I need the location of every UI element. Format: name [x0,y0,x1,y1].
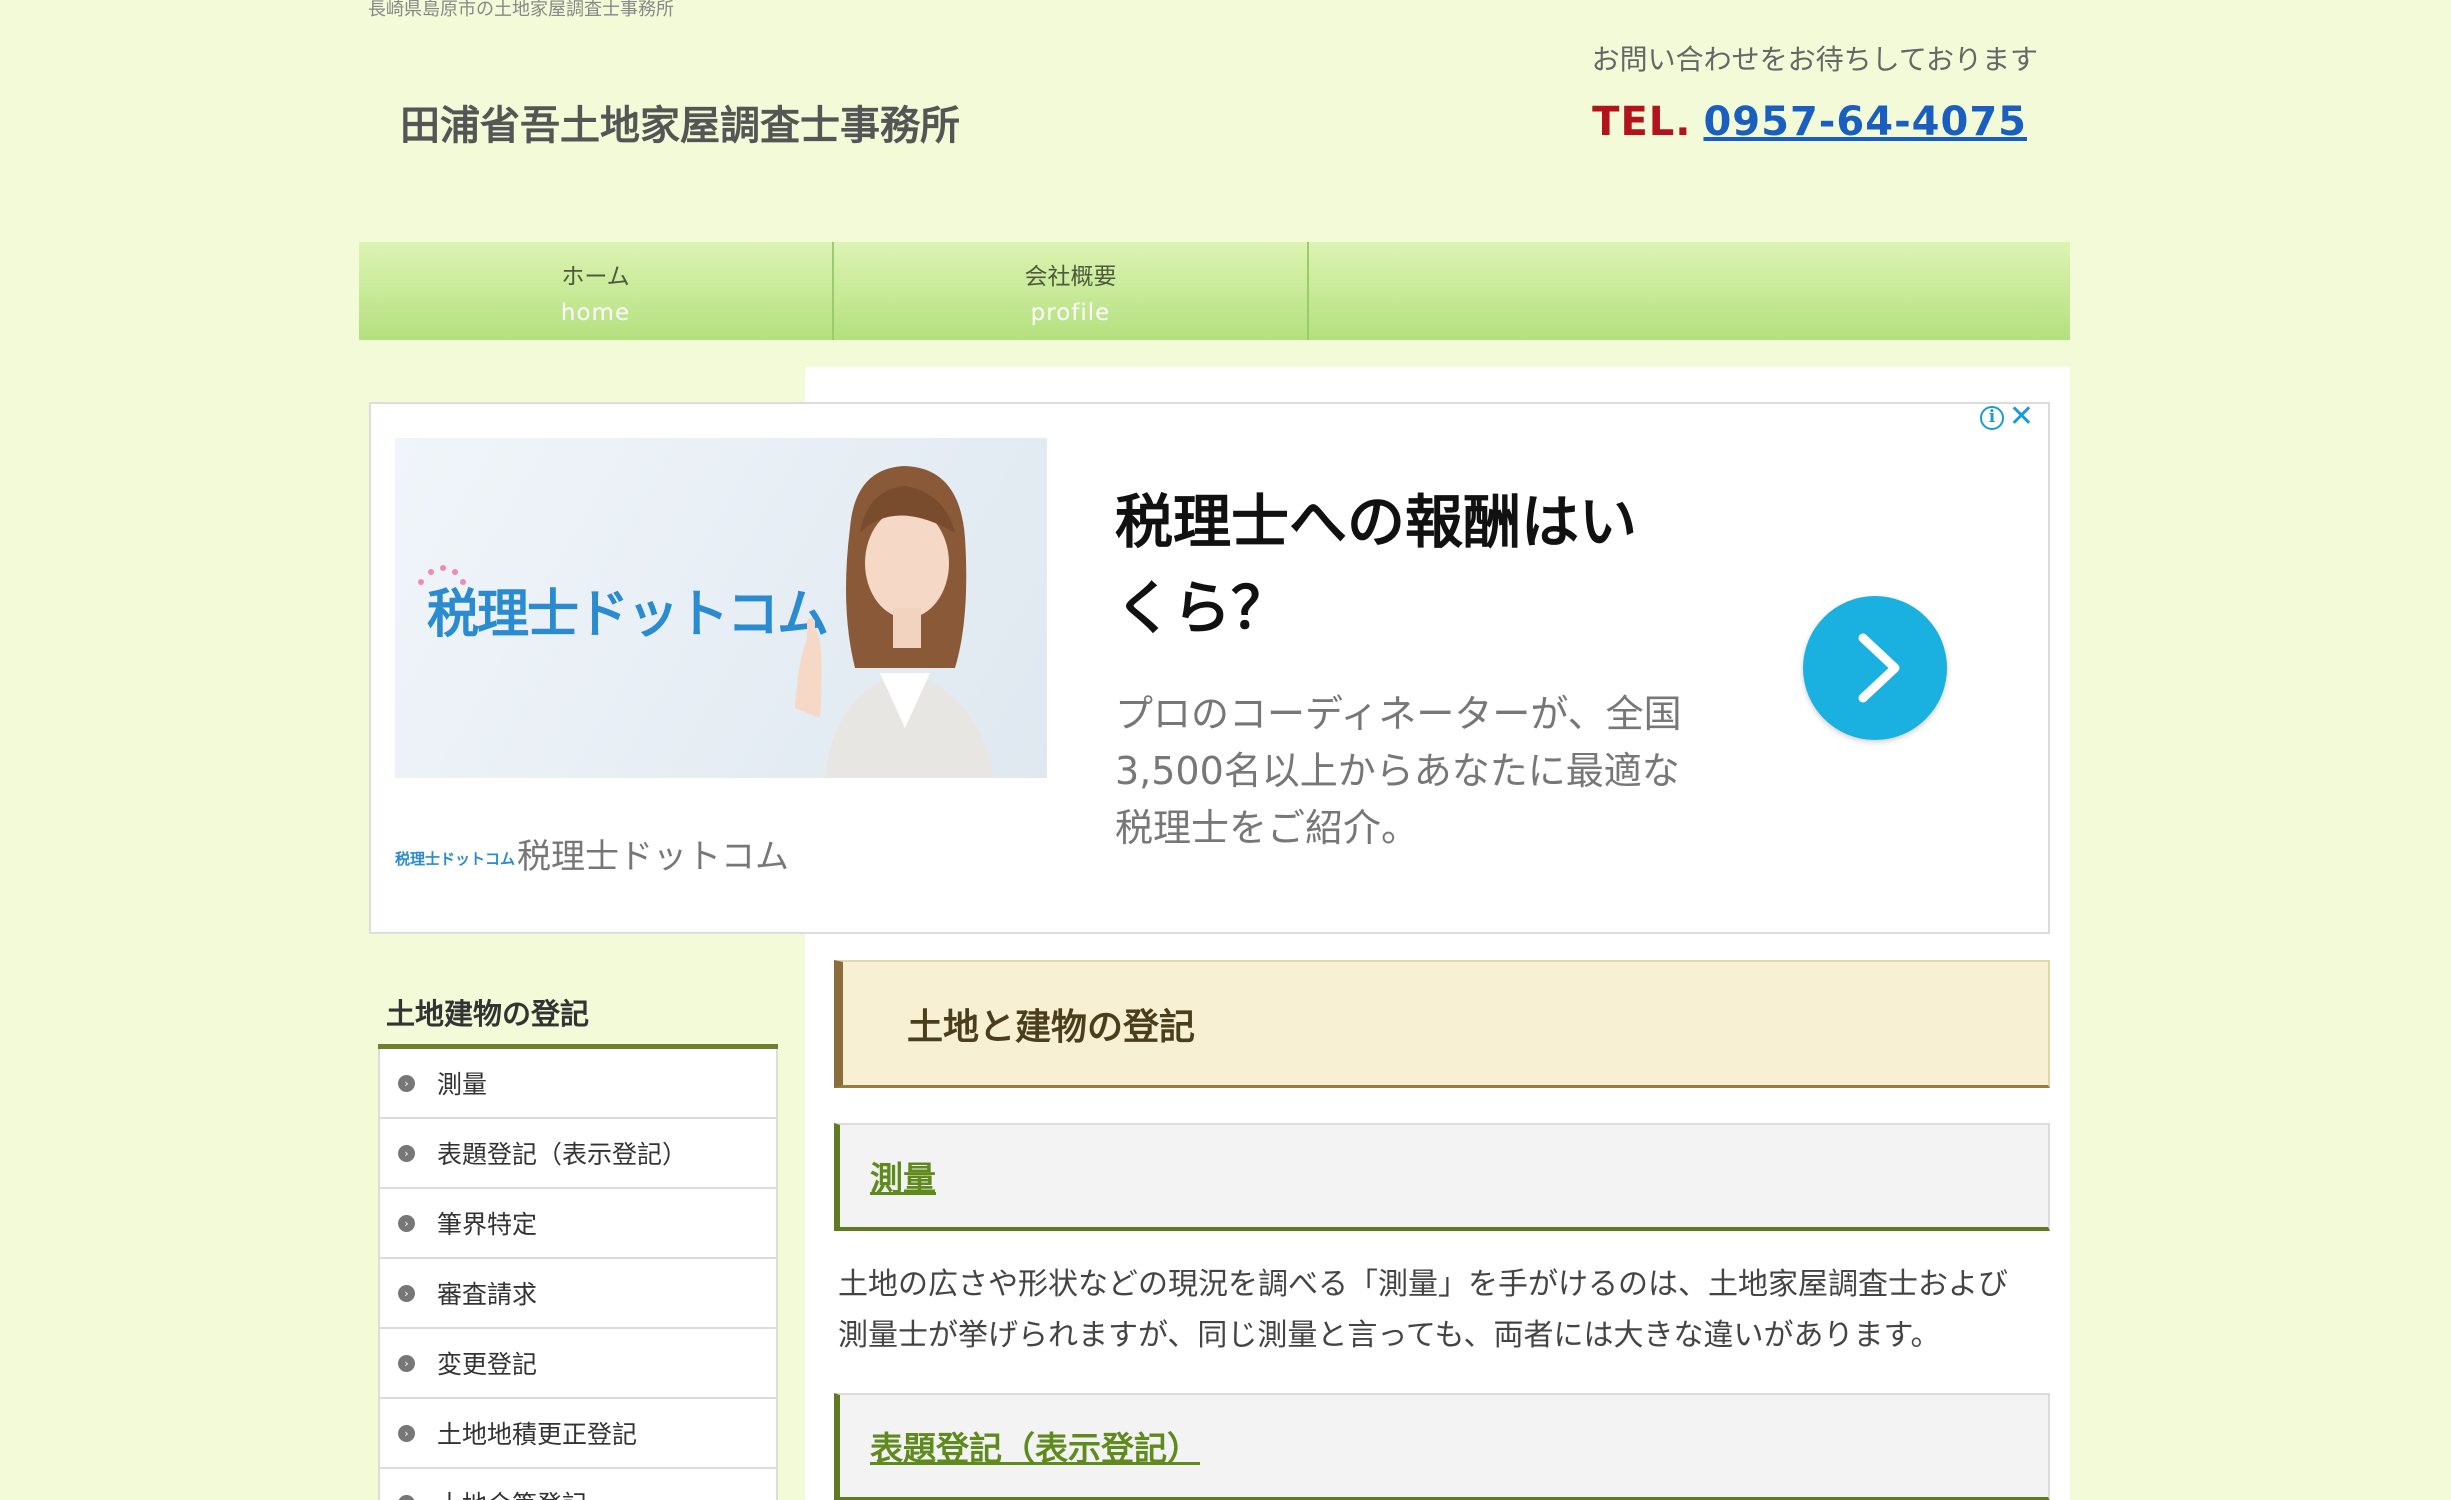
sidebar-item-boundary[interactable]: › 筆界特定 [380,1189,776,1259]
person-illustration [795,466,995,778]
sidebar-menu: › 測量 › 表題登記（表示登記） › 筆界特定 › 審査請求 › 変更登記 › 土地地積更… [378,1049,778,1500]
section-title-link[interactable]: 表題登記（表示登記） [870,1422,1200,1470]
advertisement[interactable]: i ✕ 税理士ドットコム 税理士への報酬はいくら？ プロのコーディネーターが、全… [369,399,2050,934]
sidebar-item-area-correction[interactable]: › 土地地積更正登記 [380,1399,776,1469]
tel-line: TEL. 0957-64-4075 [1592,96,2027,148]
ad-cta-button[interactable] [1803,596,1947,740]
sidebar-item-title-registration[interactable]: › 表題登記（表示登記） [380,1119,776,1189]
sidebar-item-review-request[interactable]: › 審査請求 [380,1259,776,1329]
ad-body: プロのコーディネーターが、全国3,500名以上からあなたに最適な税理士をご紹介。 [1115,692,1682,850]
ad-info-icon[interactable]: i [1980,406,2004,430]
sidebar-item-survey[interactable]: › 測量 [380,1049,776,1119]
tagline: 長崎県島原市の土地家屋調査士事務所 [368,0,674,20]
contact-message: お問い合わせをお待ちしております [1591,43,2038,76]
nav-item-home-sublabel: home [560,300,631,326]
ad-close-icon[interactable]: ✕ [2009,398,2034,436]
bullet-arrow-icon: › [398,1494,415,1500]
bullet-arrow-icon: › [398,1424,415,1442]
tel-number-link[interactable]: 0957-64-4075 [1703,99,2027,145]
bullet-arrow-icon: › [398,1074,415,1092]
nav-item-home-label: ホーム [561,264,630,290]
sidebar-item-label: 土地地積更正登記 [437,1420,638,1449]
bullet-arrow-icon: › [398,1214,415,1232]
nav-item-profile-sublabel: profile [1030,300,1111,326]
sidebar-item-label: 測量 [437,1070,488,1099]
tel-label: TEL. [1592,99,1692,145]
sidebar-item-label: 変更登記 [437,1350,538,1379]
section-title-link[interactable]: 測量 [870,1152,936,1200]
sidebar-item-label: 審査請求 [437,1280,538,1309]
bullet-arrow-icon: › [398,1144,415,1162]
sidebar-item-merger-registration[interactable]: › 土地合筆登記 [380,1469,776,1500]
ad-advertiser-name[interactable]: 税理士ドットコム [517,834,789,880]
ad-advertiser-logo: 税理士ドットコム [395,850,516,868]
sidebar-item-label: 筆界特定 [437,1210,538,1239]
bullet-arrow-icon: › [398,1284,415,1302]
ad-headline[interactable]: 税理士への報酬はいくら？ [1115,479,1675,651]
sidebar-heading: 土地建物の登記 [378,980,778,1049]
global-nav: ホーム home 会社概要 profile [359,242,2070,340]
nav-item-profile-label: 会社概要 [1024,264,1117,290]
sidebar-item-label: 表題登記（表示登記） [437,1140,688,1169]
nav-item-profile[interactable]: 会社概要 profile [834,242,1309,340]
sidebar: 土地建物の登記 › 測量 › 表題登記（表示登記） › 筆界特定 › 審査請求 › 変更登… [378,980,778,1500]
section-heading: 表題登記（表示登記） [834,1393,2050,1500]
section-heading: 測量 [834,1123,2050,1231]
section-body: 土地の広さや形状などの現況を調べる「測量」を手がけるのは、土地家屋調査士および測… [838,1267,2008,1353]
chevron-right-icon [1858,633,1900,703]
main-content: 土地と建物の登記 測量 土地の広さや形状などの現況を調べる「測量」を手がけるのは… [834,960,2050,1500]
sidebar-item-label: 土地合筆登記 [437,1485,587,1500]
site-title[interactable]: 田浦省吾土地家屋調査士事務所 [400,100,960,152]
nav-item-home[interactable]: ホーム home [359,242,834,340]
bullet-arrow-icon: › [398,1354,415,1372]
sidebar-item-change-registration[interactable]: › 変更登記 [380,1329,776,1399]
ad-image[interactable]: 税理士ドットコム [395,438,1047,778]
page-title: 土地と建物の登記 [834,960,2050,1088]
